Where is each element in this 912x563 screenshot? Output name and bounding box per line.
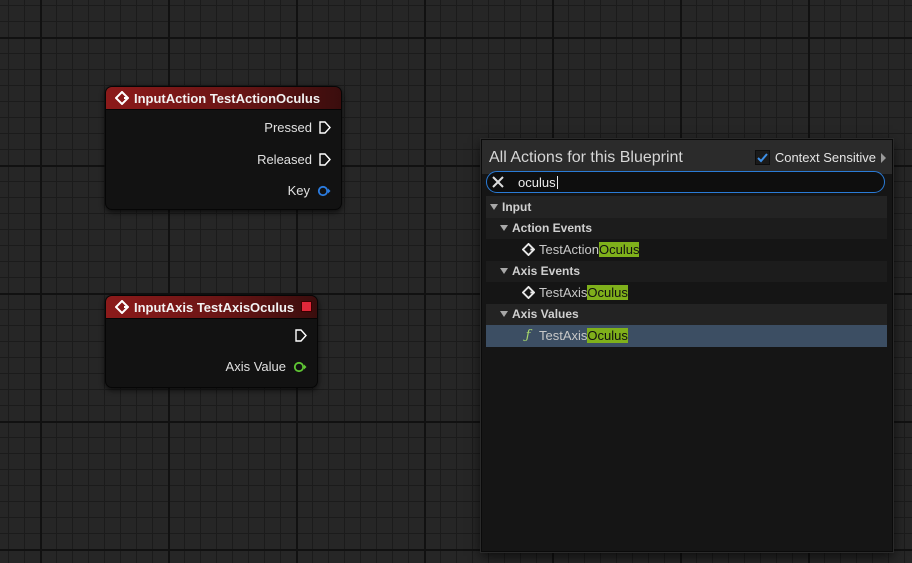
input-axis-node-title: InputAxis TestAxisOculus	[134, 299, 295, 315]
event-icon	[520, 286, 536, 300]
action-item-test-action-oculus[interactable]: TestActionOculus	[486, 239, 887, 261]
input-action-node[interactable]: InputAction TestActionOculus Pressed Rel…	[105, 86, 342, 210]
collapse-arrow-icon[interactable]	[490, 203, 498, 210]
item-label: TestAxisOculus	[539, 328, 628, 344]
exec-pin-icon[interactable]	[295, 329, 307, 342]
category-label: Axis Events	[512, 264, 581, 279]
axis-value-pin-label: Axis Value	[225, 359, 286, 374]
stop-icon	[301, 301, 312, 312]
search-box[interactable]	[486, 171, 885, 193]
input-action-node-header[interactable]: InputAction TestActionOculus	[106, 87, 341, 110]
category-label: Action Events	[512, 221, 593, 236]
key-pin-row[interactable]: Key	[288, 183, 331, 198]
category-label: Input	[502, 199, 532, 214]
released-pin-label: Released	[257, 152, 312, 167]
event-icon	[520, 243, 536, 257]
float-pin-icon[interactable]	[293, 361, 307, 373]
search-input[interactable]	[518, 173, 858, 191]
action-tree: Input Action Events TestActionOculus Axi…	[486, 196, 887, 347]
collapse-arrow-icon[interactable]	[500, 268, 508, 275]
action-menu-title: All Actions for this Blueprint	[489, 149, 683, 166]
expand-arrow-icon[interactable]	[881, 152, 886, 163]
item-label: TestAxisOculus	[539, 285, 628, 301]
action-menu-header: All Actions for this Blueprint Context S…	[482, 140, 892, 174]
released-pin-row[interactable]: Released	[257, 152, 331, 167]
pressed-pin-row[interactable]: Pressed	[264, 120, 331, 135]
input-action-node-title: InputAction TestActionOculus	[134, 90, 321, 106]
category-label: Axis Values	[512, 307, 579, 322]
category-axis-values[interactable]: Axis Values	[486, 303, 887, 325]
struct-pin-icon[interactable]	[317, 185, 331, 197]
category-input[interactable]: Input	[486, 196, 887, 218]
event-icon	[115, 91, 129, 105]
checkmark-icon	[757, 152, 768, 162]
action-item-test-axis-oculus-value[interactable]: ƒ TestAxisOculus	[486, 325, 887, 347]
action-menu[interactable]: All Actions for this Blueprint Context S…	[481, 139, 893, 552]
item-label: TestActionOculus	[539, 242, 640, 258]
clear-search-icon[interactable]	[491, 175, 505, 189]
input-axis-node[interactable]: InputAxis TestAxisOculus Axis Value	[105, 295, 318, 388]
exec-pin-icon[interactable]	[319, 121, 331, 134]
function-icon: ƒ	[525, 328, 531, 344]
context-sensitive-toggle[interactable]: Context Sensitive	[754, 150, 886, 165]
axis-value-pin-row[interactable]: Axis Value	[226, 359, 307, 374]
context-sensitive-checkbox[interactable]	[754, 150, 770, 165]
search-match-highlight: Oculus	[587, 285, 628, 301]
category-action-events[interactable]: Action Events	[486, 217, 887, 239]
key-pin-label: Key	[287, 183, 310, 198]
collapse-arrow-icon[interactable]	[500, 225, 508, 232]
pressed-pin-label: Pressed	[264, 120, 312, 135]
axis-exec-pin-row[interactable]	[295, 329, 307, 342]
collapse-arrow-icon[interactable]	[500, 311, 508, 318]
exec-pin-icon[interactable]	[319, 153, 331, 166]
context-sensitive-label: Context Sensitive	[774, 150, 876, 165]
input-axis-node-header[interactable]: InputAxis TestAxisOculus	[106, 296, 317, 319]
search-match-highlight: Oculus	[587, 328, 628, 344]
search-match-highlight: Oculus	[598, 242, 640, 258]
event-icon	[115, 300, 129, 314]
category-axis-events[interactable]: Axis Events	[486, 260, 887, 282]
text-caret	[557, 176, 558, 189]
action-item-test-axis-oculus-event[interactable]: TestAxisOculus	[486, 282, 887, 304]
